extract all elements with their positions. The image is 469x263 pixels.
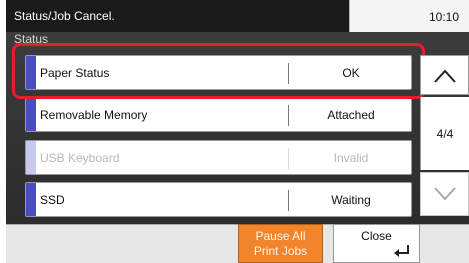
pause-label-line1: Pause All xyxy=(255,229,306,243)
pause-all-print-jobs-button[interactable]: Pause All Print Jobs xyxy=(238,224,323,263)
status-row-label: Removable Memory xyxy=(40,108,148,122)
chevron-down-icon xyxy=(434,187,456,201)
close-button[interactable]: Close xyxy=(333,224,420,263)
status-row-usb-keyboard: USB Keyboard Invalid xyxy=(25,140,412,175)
clock-time: 10:10 xyxy=(428,10,459,24)
row-tab xyxy=(26,141,36,174)
enter-arrow-icon xyxy=(394,245,409,257)
page-indicator: 4/4 xyxy=(420,97,469,170)
close-button-label: Close xyxy=(361,229,392,243)
status-row-value: Attached xyxy=(327,108,375,122)
status-row-value: Waiting xyxy=(331,193,371,207)
status-row-label: USB Keyboard xyxy=(40,151,120,165)
row-tab xyxy=(26,183,36,216)
selection-highlight xyxy=(12,43,425,99)
screen-title: Status/Job Cancel. xyxy=(14,9,115,23)
scroll-down-button[interactable] xyxy=(420,172,469,216)
chevron-up-icon xyxy=(434,69,456,83)
page-number: 4/4 xyxy=(436,127,454,141)
status-row-ssd[interactable]: SSD Waiting xyxy=(25,182,412,217)
pause-button-label: Pause All Print Jobs xyxy=(239,229,322,259)
status-row-label: SSD xyxy=(40,193,65,207)
status-row-value: Invalid xyxy=(333,151,369,165)
scroll-up-button[interactable] xyxy=(420,55,469,95)
pause-label-line2: Print Jobs xyxy=(253,244,308,258)
clock-area: 10:10 xyxy=(349,0,469,32)
status-row-removable-memory[interactable]: Removable Memory Attached xyxy=(25,97,412,132)
title-bar: Status/Job Cancel. 10:10 xyxy=(6,0,469,32)
row-tab xyxy=(26,98,36,131)
